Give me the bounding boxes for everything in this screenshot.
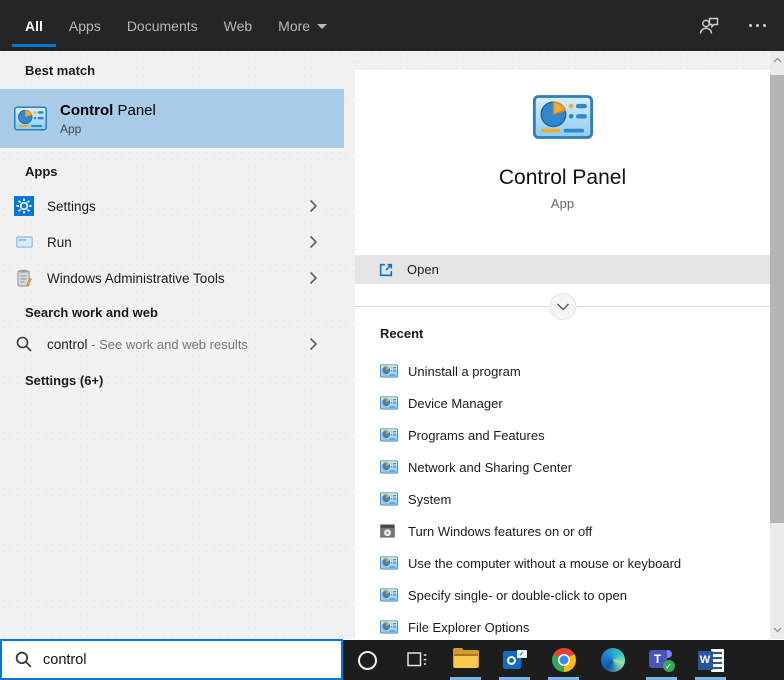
- scroll-up-arrow[interactable]: [770, 53, 784, 67]
- recent-item-programs-and-features[interactable]: Programs and Features: [355, 419, 770, 451]
- control-panel-icon: [380, 428, 398, 442]
- edge-button[interactable]: [588, 640, 637, 680]
- taskbar-search-box[interactable]: [0, 639, 343, 680]
- chrome-icon: [551, 648, 576, 672]
- windows-features-icon: [380, 524, 398, 538]
- recent-list: Uninstall a program Device Manager Progr…: [355, 355, 770, 643]
- best-match-subtitle: App: [60, 121, 82, 136]
- chrome-button[interactable]: [539, 640, 588, 680]
- control-panel-icon-large: [532, 95, 593, 139]
- cortana-button[interactable]: [343, 640, 392, 680]
- word-button[interactable]: W: [686, 640, 735, 680]
- search-input[interactable]: [43, 651, 323, 668]
- control-panel-icon: [380, 460, 398, 474]
- recent-item-file-explorer-options[interactable]: File Explorer Options: [355, 611, 770, 643]
- file-explorer-button[interactable]: [441, 640, 490, 680]
- recent-item-network-and-sharing-center[interactable]: Network and Sharing Center: [355, 451, 770, 483]
- outlook-icon: ✓: [502, 648, 527, 672]
- app-subtitle: App: [550, 196, 575, 211]
- tab-more[interactable]: More: [265, 0, 340, 51]
- scrollbar[interactable]: [770, 51, 784, 639]
- taskbar: ✓ T ✓ W: [343, 640, 784, 680]
- search-work-web-header: Search work and web: [25, 305, 158, 320]
- control-panel-icon: [380, 620, 398, 634]
- web-search-suggestion[interactable]: control - See work and web results: [0, 326, 344, 362]
- control-panel-icon: [14, 106, 47, 131]
- search-flyout-tab-bar: All Apps Documents Web More: [0, 0, 784, 51]
- chevron-right-icon: [309, 199, 317, 213]
- open-action[interactable]: Open: [355, 255, 770, 284]
- scroll-down-arrow[interactable]: [770, 623, 784, 637]
- recent-item-uninstall-a-program[interactable]: Uninstall a program: [355, 355, 770, 387]
- more-options-button[interactable]: [744, 13, 770, 39]
- user-feedback-icon: [699, 17, 719, 34]
- ellipsis-icon: [748, 24, 766, 27]
- outlook-button[interactable]: ✓: [490, 640, 539, 680]
- control-panel-icon: [380, 364, 398, 378]
- chevron-right-icon: [309, 235, 317, 249]
- panel-gap: [355, 51, 784, 70]
- control-panel-icon: [380, 396, 398, 410]
- best-match-title: Control Panel: [60, 101, 156, 119]
- chevron-down-icon: [556, 302, 569, 311]
- app-title: Control Panel: [498, 166, 627, 189]
- chevron-right-icon: [309, 337, 317, 351]
- search-icon: [14, 334, 34, 354]
- tab-apps[interactable]: Apps: [56, 0, 114, 51]
- preview-panel: Control Panel App Open Recent Uninstall …: [355, 70, 770, 640]
- expand-collapse-button[interactable]: [549, 293, 576, 320]
- recent-item-system[interactable]: System: [355, 483, 770, 515]
- suggestion-text: control - See work and web results: [47, 336, 248, 352]
- teams-button[interactable]: T ✓: [637, 640, 686, 680]
- tab-web[interactable]: Web: [211, 0, 266, 51]
- recent-item-use-computer-without-mouse-or-keyboard[interactable]: Use the computer without a mouse or keyb…: [355, 547, 770, 579]
- apps-header: Apps: [25, 164, 58, 179]
- best-match-result[interactable]: Control Panel App: [0, 89, 344, 148]
- chevron-right-icon: [309, 271, 317, 285]
- control-panel-icon: [380, 556, 398, 570]
- recent-item-turn-windows-features-on-or-off[interactable]: Turn Windows features on or off: [355, 515, 770, 547]
- tab-all[interactable]: All: [12, 0, 56, 51]
- recent-item-device-manager[interactable]: Device Manager: [355, 387, 770, 419]
- recent-header: Recent: [380, 326, 424, 341]
- scrollbar-thumb[interactable]: [770, 75, 784, 523]
- search-results-panel: Best match Control Panel App Apps Settin…: [0, 51, 355, 639]
- result-run[interactable]: Run: [0, 224, 344, 260]
- open-external-icon: [379, 263, 393, 277]
- teams-icon: T ✓: [648, 648, 675, 672]
- word-icon: W: [697, 648, 724, 672]
- best-match-header: Best match: [25, 63, 96, 78]
- result-windows-admin-tools[interactable]: Windows Administrative Tools: [0, 260, 344, 296]
- search-icon: [15, 651, 32, 668]
- settings-gear-icon: [14, 196, 34, 216]
- cortana-icon: [358, 650, 377, 670]
- admin-tools-icon: [14, 268, 34, 288]
- tab-documents[interactable]: Documents: [114, 0, 211, 51]
- task-view-button[interactable]: [392, 640, 441, 680]
- control-panel-icon: [380, 588, 398, 602]
- control-panel-icon: [380, 492, 398, 506]
- task-view-icon: [406, 652, 426, 667]
- feedback-button[interactable]: [696, 13, 722, 39]
- filter-tabs: All Apps Documents Web More: [0, 0, 340, 51]
- settings-group-header: Settings (6+): [25, 373, 104, 388]
- recent-item-specify-single-or-double-click[interactable]: Specify single- or double-click to open: [355, 579, 770, 611]
- result-settings[interactable]: Settings: [0, 188, 344, 224]
- chevron-down-icon: [317, 24, 328, 29]
- edge-icon: [600, 648, 625, 672]
- run-window-icon: [14, 232, 34, 252]
- file-explorer-icon: [452, 648, 479, 670]
